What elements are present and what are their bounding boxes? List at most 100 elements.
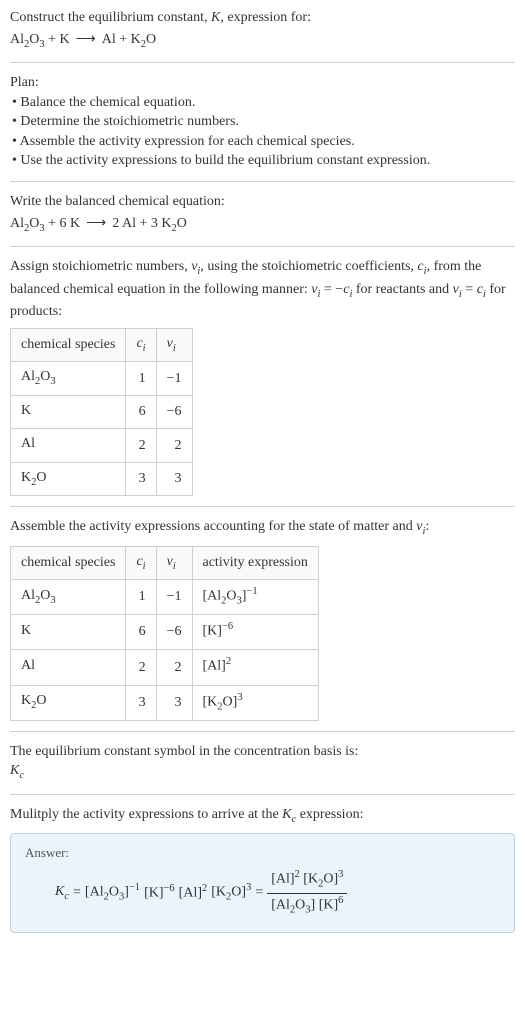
plan-item: Balance the chemical equation. — [12, 93, 515, 113]
cell-activity: [K2O]3 — [192, 685, 318, 720]
species-al2o3: Al2O3 — [10, 32, 45, 47]
cell-ci: 6 — [126, 395, 156, 428]
plan-heading: Plan: — [10, 73, 515, 93]
basis-symbol: Kc — [10, 761, 515, 783]
table-row: K2O33[K2O]3 — [11, 685, 319, 720]
cell-ci: 2 — [126, 650, 156, 685]
cell-activity: [Al]2 — [192, 650, 318, 685]
arrow-icon: ⟶ — [76, 32, 96, 47]
cell-vi: −6 — [156, 615, 192, 650]
coef: 3 — [151, 216, 162, 231]
col-ci: ci — [126, 546, 156, 579]
stoich-table: chemical species ci νi Al2O31−1 K6−6 Al2… — [10, 328, 193, 496]
balanced-block: Write the balanced chemical equation: Al… — [10, 192, 515, 236]
term-k2o: [K2O]3 — [211, 881, 251, 905]
cell-ci: 3 — [126, 462, 156, 495]
col-vi: νi — [156, 546, 192, 579]
coef: 6 — [60, 216, 71, 231]
unbalanced-equation: Al2O3 + K ⟶ Al + K2O — [10, 30, 515, 52]
table-row: Al22 — [11, 429, 193, 462]
fraction: [Al]2 [K2O]3 [Al2O3] [K]6 — [267, 868, 347, 917]
col-species: chemical species — [11, 546, 126, 579]
divider — [10, 62, 515, 63]
activity-table: chemical species ci νi activity expressi… — [10, 546, 319, 721]
cell-activity: [Al2O3]−1 — [192, 580, 318, 615]
stoich-block: Assign stoichiometric numbers, νi, using… — [10, 257, 515, 496]
cell-species: K2O — [11, 685, 126, 720]
table-row: Al2O31−1 — [11, 362, 193, 395]
activity-block: Assemble the activity expressions accoun… — [10, 517, 515, 721]
plan-item: Assemble the activity expression for eac… — [12, 132, 515, 152]
cell-vi: 2 — [156, 429, 192, 462]
coef: 2 — [112, 216, 122, 231]
table-row: K6−6[K]−6 — [11, 615, 319, 650]
balanced-heading: Write the balanced chemical equation: — [10, 192, 515, 212]
plus: + — [116, 32, 131, 47]
cell-species: K2O — [11, 462, 126, 495]
K-symbol: K — [211, 10, 220, 25]
basis-text: The equilibrium constant symbol in the c… — [10, 742, 515, 762]
species-al: Al — [102, 32, 116, 47]
intro-block: Construct the equilibrium constant, K, e… — [10, 8, 515, 52]
col-species: chemical species — [11, 328, 126, 361]
divider — [10, 246, 515, 247]
final-block: Mulitply the activity expressions to arr… — [10, 805, 515, 933]
final-heading: Mulitply the activity expressions to arr… — [10, 805, 515, 827]
plan-list: Balance the chemical equation. Determine… — [10, 93, 515, 171]
table-header-row: chemical species ci νi — [11, 328, 193, 361]
term-al2o3: [Al2O3]−1 — [85, 881, 140, 905]
divider — [10, 794, 515, 795]
activity-heading: Assemble the activity expressions accoun… — [10, 517, 515, 539]
col-ci: ci — [126, 328, 156, 361]
plus: + — [45, 32, 60, 47]
table-row: K6−6 — [11, 395, 193, 428]
cell-vi: 3 — [156, 685, 192, 720]
cell-vi: −1 — [156, 580, 192, 615]
equals: = — [73, 883, 81, 903]
table-row: Al22[Al]2 — [11, 650, 319, 685]
cell-species: Al — [11, 429, 126, 462]
cell-vi: −6 — [156, 395, 192, 428]
col-activity: activity expression — [192, 546, 318, 579]
fraction-numerator: [Al]2 [K2O]3 — [267, 868, 347, 893]
term-al: [Al]2 — [179, 882, 208, 903]
table-row: K2O33 — [11, 462, 193, 495]
species-al2o3: Al2O3 — [10, 216, 45, 231]
divider — [10, 181, 515, 182]
plan-block: Plan: Balance the chemical equation. Det… — [10, 73, 515, 171]
intro-line: Construct the equilibrium constant, K, e… — [10, 8, 515, 28]
divider — [10, 731, 515, 732]
fraction-denominator: [Al2O3] [K]6 — [267, 894, 347, 918]
kc-expression: Kc = [Al2O3]−1 [K]−6 [Al]2 [K2O]3 = [Al]… — [25, 868, 500, 917]
stoich-text: Assign stoichiometric numbers, νi, using… — [10, 257, 515, 322]
term-k: [K]−6 — [144, 882, 175, 903]
cell-activity: [K]−6 — [192, 615, 318, 650]
plus: + — [45, 216, 60, 231]
cell-species: Al2O3 — [11, 580, 126, 615]
table-header-row: chemical species ci νi activity expressi… — [11, 546, 319, 579]
col-vi: νi — [156, 328, 192, 361]
cell-species: K — [11, 395, 126, 428]
species-k2o: K2O — [161, 216, 187, 231]
plan-item: Determine the stoichiometric numbers. — [12, 112, 515, 132]
divider — [10, 506, 515, 507]
plan-item: Use the activity expressions to build th… — [12, 151, 515, 171]
species-k2o: K2O — [131, 32, 157, 47]
balanced-equation: Al2O3 + 6 K⟶2 Al + 3 K2O — [10, 214, 515, 236]
cell-ci: 6 — [126, 615, 156, 650]
kc-symbol: Kc — [55, 882, 69, 904]
equals: = — [255, 883, 263, 903]
intro-text-1b: , expression for: — [220, 10, 311, 25]
cell-ci: 1 — [126, 580, 156, 615]
cell-ci: 2 — [126, 429, 156, 462]
table-row: Al2O31−1[Al2O3]−1 — [11, 580, 319, 615]
cell-species: Al — [11, 650, 126, 685]
species-al: Al — [122, 216, 136, 231]
cell-vi: −1 — [156, 362, 192, 395]
species-k: K — [70, 216, 80, 231]
species-k: K — [60, 32, 70, 47]
plus: + — [136, 216, 151, 231]
answer-box: Answer: Kc = [Al2O3]−1 [K]−6 [Al]2 [K2O]… — [10, 833, 515, 932]
intro-text-1: Construct the equilibrium constant, — [10, 10, 211, 25]
cell-ci: 3 — [126, 685, 156, 720]
